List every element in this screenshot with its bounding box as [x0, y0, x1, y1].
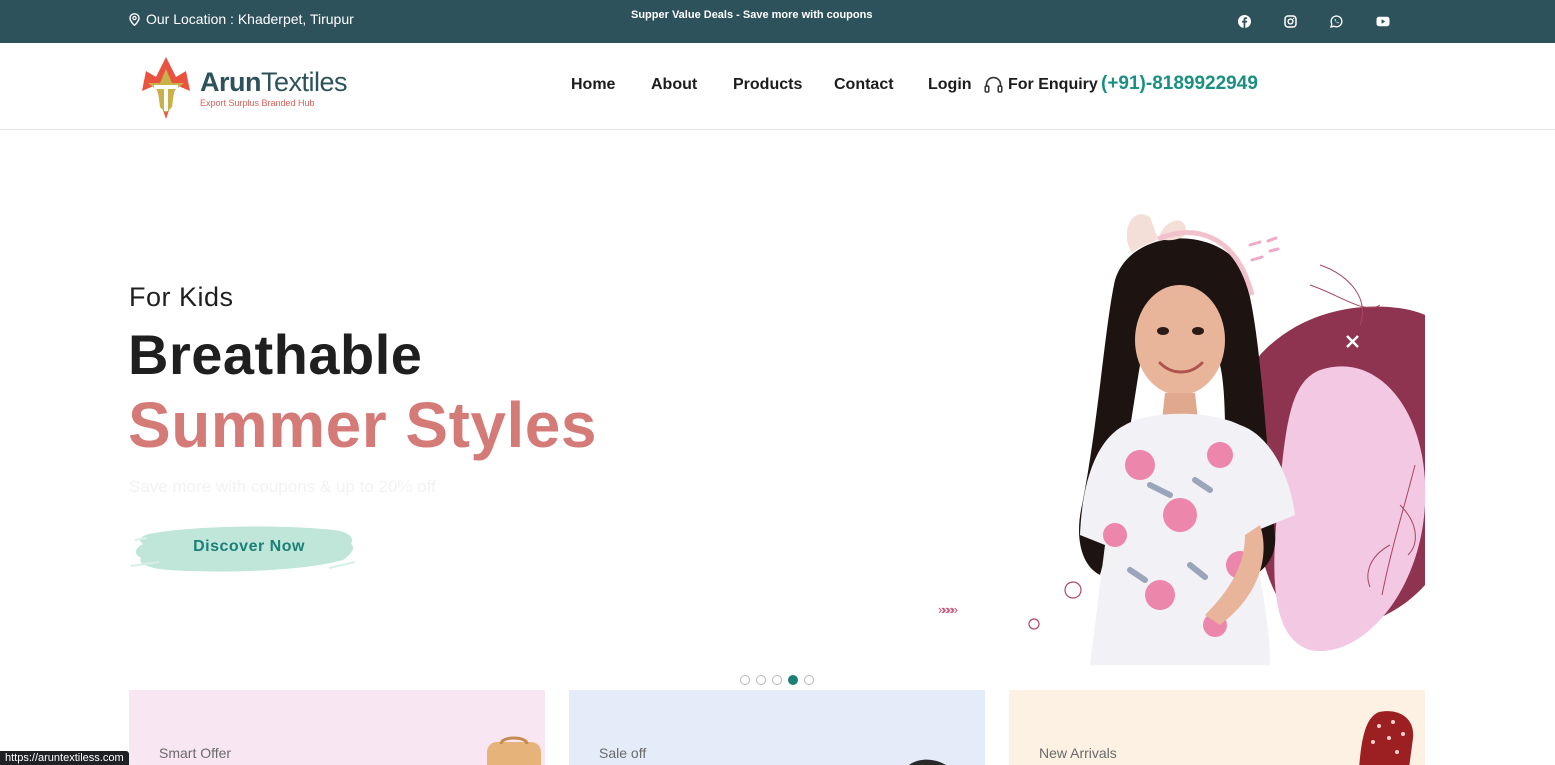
promo-card-label: Smart Offer — [159, 745, 232, 761]
brand-tagline: Export Surplus Branded Hub — [200, 98, 315, 108]
promo-card-new-arrivals[interactable]: New Arrivals — [1009, 690, 1425, 765]
nav-contact[interactable]: Contact — [834, 76, 894, 94]
hero-image — [1020, 205, 1440, 665]
decorative-arrows: »»»» — [938, 602, 958, 617]
site-logo[interactable]: ArunTextiles Export Surplus Branded Hub — [138, 55, 378, 121]
location-pin-icon — [129, 12, 140, 26]
instagram-icon[interactable] — [1283, 14, 1297, 28]
brand-name: ArunTextiles — [200, 67, 348, 97]
promo-card-smart-offer[interactable]: Smart Offer — [129, 690, 545, 765]
nav-products[interactable]: Products — [733, 76, 802, 94]
youtube-icon[interactable] — [1376, 14, 1390, 28]
location-text: Our Location : Khaderpet, Tirupur — [146, 11, 354, 27]
bag-image — [487, 736, 541, 765]
slider-dot-4[interactable] — [788, 675, 798, 685]
slider-dot-1[interactable] — [740, 675, 750, 685]
facebook-icon[interactable] — [1237, 14, 1251, 28]
site-header: ArunTextiles Export Surplus Branded Hub … — [0, 43, 1555, 130]
hero-subtitle: For Kids — [129, 282, 234, 312]
nav-about[interactable]: About — [651, 76, 697, 94]
slider-dot-5[interactable] — [804, 675, 814, 685]
enquiry-label: For Enquiry — [984, 76, 1098, 94]
promo-card-label: Sale off — [599, 745, 647, 761]
whatsapp-icon[interactable] — [1329, 14, 1343, 28]
slider-dots — [740, 675, 814, 685]
scarf-image — [1359, 711, 1414, 765]
top-bar: Our Location : Khaderpet, Tirupur Supper… — [0, 0, 1555, 43]
nav-login[interactable]: Login — [928, 76, 972, 94]
hero-title-line1: Breathable — [128, 323, 423, 386]
slider-dot-2[interactable] — [756, 675, 766, 685]
hero-title-line2: Summer Styles — [128, 389, 597, 461]
discover-now-button[interactable]: Discover Now — [129, 522, 359, 576]
location-info: Our Location : Khaderpet, Tirupur — [129, 11, 354, 27]
logo-mark-icon — [142, 57, 190, 119]
deal-banner: Supper Value Deals - Save more with coup… — [631, 9, 873, 21]
headset-icon — [984, 76, 1003, 93]
product-image — [909, 759, 946, 765]
nav-home[interactable]: Home — [571, 76, 615, 94]
discover-now-label: Discover Now — [193, 538, 305, 555]
hero-description: Save more with coupons & up to 20% off — [129, 477, 436, 496]
promo-card-sale-off[interactable]: Sale off — [569, 690, 985, 765]
slider-dot-3[interactable] — [772, 675, 782, 685]
promo-card-label: New Arrivals — [1039, 745, 1117, 761]
enquiry-phone[interactable]: (+91)-8189922949 — [1101, 73, 1258, 95]
status-bar-url: https://aruntextiless.com — [0, 751, 129, 765]
